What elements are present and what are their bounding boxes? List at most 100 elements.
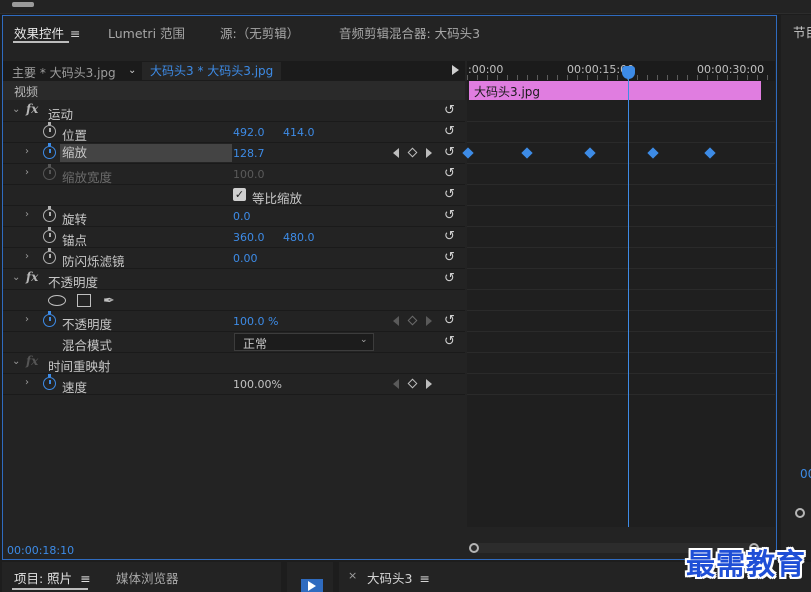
reset-icon[interactable]: ↺ bbox=[444, 250, 455, 265]
property-scale-row: › 缩放 128.7 ↺ bbox=[3, 143, 465, 164]
opacity-value[interactable]: 100.0 % bbox=[233, 315, 278, 328]
anchor-x-value[interactable]: 360.0 bbox=[233, 231, 265, 244]
next-keyframe-icon[interactable] bbox=[426, 148, 432, 158]
master-clip-tab[interactable]: 主要 * 大码头3.jpg bbox=[12, 64, 116, 81]
tab-sequence[interactable]: 大码头3 ≡ bbox=[367, 568, 430, 587]
fx-icon[interactable]: fx bbox=[26, 102, 38, 116]
stopwatch-icon bbox=[43, 164, 56, 180]
tab-program[interactable]: 节目 bbox=[793, 22, 811, 41]
window-grip[interactable] bbox=[12, 2, 34, 7]
previous-keyframe-icon[interactable] bbox=[393, 316, 399, 326]
property-anti-flicker-row: › 防闪烁滤镜 0.00 ↺ bbox=[3, 248, 465, 269]
chevron-down-icon[interactable]: ⌄ bbox=[12, 272, 20, 283]
rotation-value[interactable]: 0.0 bbox=[233, 210, 251, 223]
expand-timeline-icon[interactable] bbox=[452, 65, 459, 75]
time-ruler[interactable]: :00:00 00:00:15:00 00:00:30:00 bbox=[467, 61, 775, 81]
previous-keyframe-icon[interactable] bbox=[393, 148, 399, 158]
reset-icon[interactable]: ↺ bbox=[444, 166, 455, 181]
property-label: 混合模式 bbox=[62, 338, 113, 353]
reset-icon[interactable]: ↺ bbox=[444, 124, 455, 139]
scrollbar-left-handle[interactable] bbox=[469, 543, 479, 553]
stopwatch-icon[interactable] bbox=[43, 122, 56, 138]
property-blend-mode-row: 混合模式 正常 ⌄ ↺ bbox=[3, 332, 465, 353]
tab-project[interactable]: 项目: 照片 ≡ bbox=[14, 568, 91, 587]
reset-icon[interactable]: ↺ bbox=[444, 271, 455, 286]
previous-keyframe-icon[interactable] bbox=[393, 379, 399, 389]
keyframe-timeline[interactable]: :00:00 00:00:15:00 00:00:30:00 大码头3.jpg bbox=[462, 61, 775, 553]
tab-menu-icon[interactable]: ≡ bbox=[70, 26, 80, 41]
chevron-right-icon[interactable]: › bbox=[25, 209, 29, 220]
position-x-value[interactable]: 492.0 bbox=[233, 126, 265, 139]
chevron-right-icon[interactable]: › bbox=[25, 146, 29, 157]
ellipse-mask-icon[interactable] bbox=[48, 295, 66, 306]
chevron-down-icon[interactable]: ⌄ bbox=[12, 104, 20, 115]
chevron-down-icon[interactable]: ⌄ bbox=[12, 356, 20, 367]
chevron-right-icon[interactable]: › bbox=[25, 167, 29, 178]
stopwatch-icon[interactable] bbox=[43, 374, 56, 390]
effect-name: 时间重映射 bbox=[48, 359, 111, 374]
reset-icon[interactable]: ↺ bbox=[444, 208, 455, 223]
property-label: 缩放宽度 bbox=[62, 170, 113, 185]
clip-bar[interactable]: 大码头3.jpg bbox=[469, 81, 761, 100]
tab-lumetri[interactable]: Lumetri 范围 bbox=[108, 23, 185, 42]
anchor-y-value[interactable]: 480.0 bbox=[283, 231, 315, 244]
playhead-line[interactable] bbox=[628, 71, 629, 527]
reset-icon[interactable]: ↺ bbox=[444, 145, 455, 160]
blend-mode-select[interactable]: 正常 ⌄ bbox=[234, 333, 374, 351]
fx-icon[interactable]: fx bbox=[26, 270, 38, 284]
timeline-row bbox=[467, 206, 775, 227]
mask-tools: ✒ bbox=[48, 292, 128, 310]
next-keyframe-icon[interactable] bbox=[426, 316, 432, 326]
close-icon[interactable]: × bbox=[348, 569, 357, 582]
tab-media-browser[interactable]: 媒体浏览器 bbox=[116, 568, 179, 587]
chevron-right-icon[interactable]: › bbox=[25, 377, 29, 388]
speed-value[interactable]: 100.00% bbox=[233, 378, 282, 391]
pen-mask-icon[interactable]: ✒ bbox=[103, 293, 115, 309]
stopwatch-icon[interactable] bbox=[43, 227, 56, 243]
stopwatch-icon[interactable] bbox=[43, 248, 56, 264]
tab-menu-icon[interactable]: ≡ bbox=[80, 571, 90, 586]
chevron-right-icon[interactable]: › bbox=[25, 251, 29, 262]
tab-source[interactable]: 源:（无剪辑） bbox=[220, 23, 299, 42]
timeline-row bbox=[467, 374, 775, 395]
playhead-handle[interactable] bbox=[622, 66, 635, 79]
effect-time-remap-row[interactable]: ⌄ fx 时间重映射 bbox=[3, 353, 465, 374]
chevron-down-icon[interactable]: ⌄ bbox=[128, 65, 136, 76]
effect-name: 运动 bbox=[48, 107, 74, 122]
selection-tool-icon[interactable] bbox=[301, 579, 323, 592]
watermark-logo: 最需教育 bbox=[686, 547, 807, 581]
stopwatch-icon[interactable] bbox=[43, 143, 56, 159]
timeline-row bbox=[467, 290, 775, 311]
reset-icon[interactable]: ↺ bbox=[444, 187, 455, 202]
anti-flicker-value[interactable]: 0.00 bbox=[233, 252, 258, 265]
reset-icon[interactable]: ↺ bbox=[444, 103, 455, 118]
rectangle-mask-icon[interactable] bbox=[77, 294, 91, 307]
stopwatch-icon[interactable] bbox=[43, 311, 56, 327]
scale-value[interactable]: 128.7 bbox=[233, 147, 265, 160]
tab-effect-controls[interactable]: 效果控件 ≡ bbox=[14, 23, 81, 42]
effect-motion-row[interactable]: ⌄ fx 运动 ↺ bbox=[3, 101, 465, 122]
reset-icon[interactable]: ↺ bbox=[444, 229, 455, 244]
add-keyframe-icon[interactable] bbox=[407, 147, 418, 158]
position-y-value[interactable]: 414.0 bbox=[283, 126, 315, 139]
add-keyframe-icon[interactable] bbox=[407, 378, 418, 389]
scrollbar-handle[interactable] bbox=[795, 508, 805, 518]
timeline-row bbox=[467, 101, 775, 122]
tab-audio-mixer[interactable]: 音频剪辑混合器: 大码头3 bbox=[339, 23, 480, 42]
tab-menu-icon[interactable]: ≡ bbox=[419, 571, 429, 586]
chevron-down-icon: ⌄ bbox=[360, 335, 368, 345]
property-label: 锚点 bbox=[62, 233, 88, 248]
stopwatch-icon[interactable] bbox=[43, 206, 56, 222]
reset-icon[interactable]: ↺ bbox=[444, 313, 455, 328]
next-keyframe-icon[interactable] bbox=[426, 379, 432, 389]
reset-icon[interactable]: ↺ bbox=[444, 334, 455, 349]
program-timecode[interactable]: 00 bbox=[800, 467, 811, 481]
current-timecode[interactable]: 00:00:18:10 bbox=[7, 544, 74, 557]
effect-opacity-row[interactable]: ⌄ fx 不透明度 ↺ bbox=[3, 269, 465, 290]
uniform-scale-checkbox[interactable]: ✓ bbox=[233, 188, 246, 201]
sequence-clip-tab[interactable]: 大码头3 * 大码头3.jpg bbox=[142, 62, 282, 80]
timeline-row bbox=[467, 353, 775, 374]
chevron-right-icon[interactable]: › bbox=[25, 314, 29, 325]
effect-controls-panel: 效果控件 ≡ Lumetri 范围 源:（无剪辑） 音频剪辑混合器: 大码头3 主… bbox=[2, 15, 777, 560]
add-keyframe-icon[interactable] bbox=[407, 315, 418, 326]
